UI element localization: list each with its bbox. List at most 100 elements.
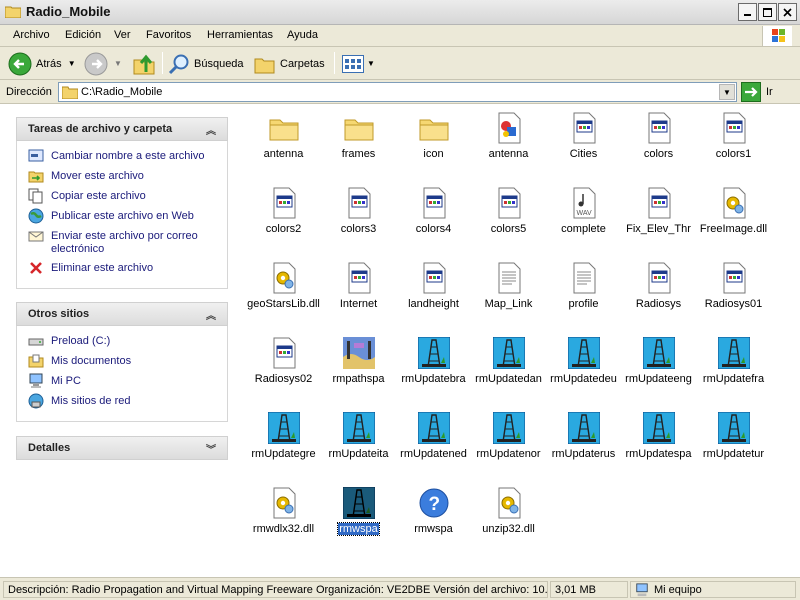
file-item[interactable]: Internet xyxy=(321,262,396,310)
title-bar[interactable]: Radio_Mobile xyxy=(0,0,800,25)
file-item[interactable]: rmUpdatetur xyxy=(696,411,771,460)
file-item[interactable]: Map_Link xyxy=(471,262,546,310)
go-button[interactable]: Ir xyxy=(741,82,773,102)
tower-program-icon xyxy=(492,336,525,370)
file-item[interactable]: colors1 xyxy=(696,112,771,160)
task-delete[interactable]: Eliminar este archivo xyxy=(28,260,221,276)
place-network[interactable]: Mis sitios de red xyxy=(28,393,221,409)
back-label: Atrás xyxy=(36,57,62,70)
task-move[interactable]: Mover este archivo xyxy=(28,168,221,184)
minimize-button[interactable] xyxy=(738,3,757,21)
file-item[interactable]: Radiosys02 xyxy=(246,337,321,385)
other-places-header[interactable]: Otros sitios ︽ xyxy=(16,302,228,326)
task-label: Enviar este archivo por correo electróni… xyxy=(51,230,198,255)
back-dropdown-icon[interactable]: ▼ xyxy=(68,59,76,68)
file-item[interactable]: rmwdlx32.dll xyxy=(246,487,321,535)
file-item[interactable]: rmUpdategre xyxy=(246,411,321,460)
close-button[interactable] xyxy=(778,3,797,21)
views-icon xyxy=(342,54,364,73)
file-item[interactable]: rmUpdatefra xyxy=(696,336,771,385)
file-item[interactable]: rmUpdaterus xyxy=(546,411,621,460)
file-item[interactable]: rmUpdatened xyxy=(396,411,471,460)
collapse-icon[interactable]: ︽ xyxy=(203,306,219,322)
close-icon xyxy=(783,7,792,17)
views-dropdown-icon: ▼ xyxy=(367,59,375,68)
app-file-icon xyxy=(418,187,450,219)
file-item[interactable]: colors2 xyxy=(246,187,321,235)
file-item[interactable]: rmUpdatedeu xyxy=(546,336,621,385)
address-dropdown-button[interactable]: ▼ xyxy=(719,84,735,100)
up-folder-button[interactable] xyxy=(132,51,156,76)
app-file-icon xyxy=(343,187,375,219)
file-item[interactable]: rmwspa xyxy=(321,486,396,536)
svg-text:WAV: WAV xyxy=(576,210,591,217)
forward-dropdown-icon[interactable]: ▼ xyxy=(114,59,122,68)
file-item[interactable]: FreeImage.dll xyxy=(696,187,771,235)
file-item[interactable]: landheight xyxy=(396,262,471,310)
file-item[interactable]: rmUpdatebra xyxy=(396,336,471,385)
file-item[interactable]: rmUpdateeng xyxy=(621,336,696,385)
search-button[interactable]: Búsqueda xyxy=(168,51,244,76)
collapse-icon[interactable]: ︽ xyxy=(203,121,219,137)
place-my-computer[interactable]: Mi PC xyxy=(28,373,221,389)
file-item[interactable]: Cities xyxy=(546,112,621,160)
back-button[interactable]: Atrás ▼ xyxy=(8,51,76,76)
file-item[interactable]: colors3 xyxy=(321,187,396,235)
file-item[interactable]: rmUpdatedan xyxy=(471,336,546,385)
task-email[interactable]: Enviar este archivo por correo electróni… xyxy=(28,228,221,256)
file-item[interactable]: antenna xyxy=(246,112,321,160)
file-item[interactable]: Radiosys01 xyxy=(696,262,771,310)
forward-button[interactable]: ▼ xyxy=(84,51,122,76)
file-item[interactable]: colors xyxy=(621,112,696,160)
file-tasks-header[interactable]: Tareas de archivo y carpeta ︽ xyxy=(16,117,228,141)
file-item[interactable]: profile xyxy=(546,262,621,310)
task-publish[interactable]: Publicar este archivo en Web xyxy=(28,208,221,224)
address-input[interactable]: C:\Radio_Mobile ▼ xyxy=(58,82,737,102)
menu-ayuda[interactable]: Ayuda xyxy=(287,29,318,41)
file-item[interactable]: frames xyxy=(321,112,396,160)
tower-program-icon xyxy=(267,411,300,445)
file-item[interactable]: Radiosys xyxy=(621,262,696,310)
search-icon xyxy=(168,54,189,74)
place-my-documents[interactable]: Mis documentos xyxy=(28,353,221,369)
expand-icon[interactable]: ︾ xyxy=(203,440,219,456)
search-label: Búsqueda xyxy=(194,57,244,70)
file-name: colors2 xyxy=(265,223,302,235)
file-item[interactable]: antenna xyxy=(471,112,546,160)
details-header[interactable]: Detalles ︾ xyxy=(16,436,228,460)
file-item[interactable]: rmpathspa xyxy=(321,337,396,385)
menu-ver[interactable]: Ver xyxy=(114,29,131,41)
file-item[interactable]: rmUpdatenor xyxy=(471,411,546,460)
file-item[interactable]: ? rmwspa xyxy=(396,487,471,535)
go-arrow-icon xyxy=(741,82,761,102)
file-item[interactable]: colors4 xyxy=(396,187,471,235)
file-name: Fix_Elev_Thr xyxy=(626,223,691,235)
file-name: profile xyxy=(568,298,599,310)
file-tasks-title: Tareas de archivo y carpeta xyxy=(28,123,173,135)
file-item[interactable]: unzip32.dll xyxy=(471,487,546,535)
views-button[interactable]: ▼ xyxy=(342,51,375,76)
menu-herramientas[interactable]: Herramientas xyxy=(207,29,273,41)
file-item[interactable]: WAV complete xyxy=(546,187,621,235)
menu-favoritos[interactable]: Favoritos xyxy=(146,29,191,41)
app-file-icon xyxy=(418,262,450,294)
file-item[interactable]: colors5 xyxy=(471,187,546,235)
file-name: colors4 xyxy=(415,223,452,235)
file-item[interactable]: geoStarsLib.dll xyxy=(246,262,321,310)
task-rename[interactable]: Cambiar nombre a este archivo xyxy=(28,148,221,164)
folders-button[interactable]: Carpetas xyxy=(254,51,325,76)
app-file-icon xyxy=(643,112,675,144)
task-copy[interactable]: Copiar este archivo xyxy=(28,188,221,204)
file-item[interactable]: rmUpdateita xyxy=(321,411,396,460)
menu-edicion[interactable]: Edición xyxy=(65,29,101,41)
menu-archivo[interactable]: Archivo xyxy=(13,29,50,41)
place-drive-c[interactable]: Preload (C:) xyxy=(28,333,221,349)
file-item[interactable]: icon xyxy=(396,112,471,160)
file-item[interactable]: Fix_Elev_Thr xyxy=(621,187,696,235)
file-item[interactable]: rmUpdatespa xyxy=(621,411,696,460)
network-icon xyxy=(28,393,44,409)
tower-program-icon xyxy=(417,336,450,370)
copy-icon xyxy=(28,188,43,204)
app-file-icon xyxy=(643,262,675,294)
maximize-button[interactable] xyxy=(758,3,777,21)
